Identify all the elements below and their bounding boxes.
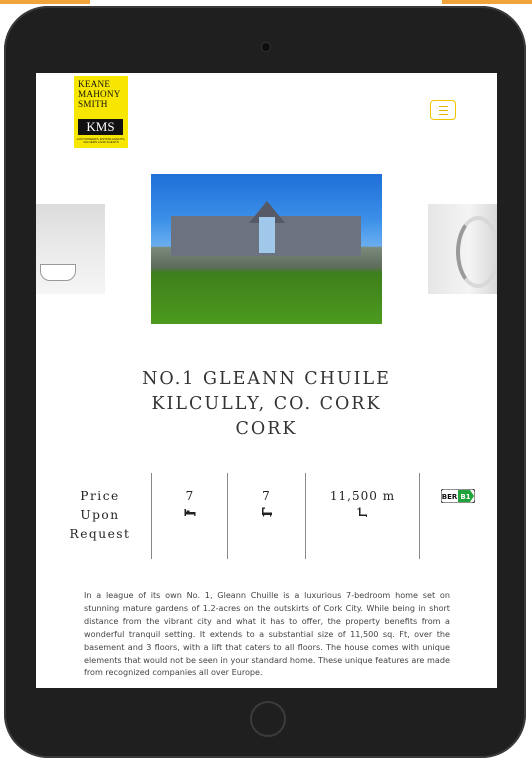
price-cell: Price Upon Request bbox=[50, 473, 150, 559]
logo-badge: KMS bbox=[78, 119, 123, 135]
bedrooms-count: 7 bbox=[185, 489, 195, 503]
ber-cell: BER B1 bbox=[420, 473, 497, 559]
address-line-2: KILCULLY, CO. CORK bbox=[151, 394, 382, 414]
property-description: In a league of its own No. 1, Gleann Chu… bbox=[84, 590, 450, 678]
logo-line-keane: KEANE bbox=[78, 79, 111, 89]
bathrooms-count: 7 bbox=[262, 489, 271, 503]
staircase-graphic bbox=[456, 216, 497, 288]
bathrooms-cell: 7 bbox=[228, 473, 305, 559]
ber-rating: B1 bbox=[460, 493, 470, 501]
bathtub-graphic bbox=[40, 264, 76, 281]
price-line-1: Price bbox=[80, 489, 120, 503]
gallery-image-main[interactable] bbox=[151, 174, 382, 324]
bed-icon bbox=[184, 509, 196, 516]
area-icon bbox=[357, 507, 367, 517]
property-specs: Price Upon Request 7 7 11,500 m BER B1 bbox=[36, 473, 497, 559]
address-line-1: NO.1 GLEANN CHUILE bbox=[142, 369, 391, 389]
gallery-image-left[interactable] bbox=[36, 204, 105, 294]
camera-icon bbox=[262, 43, 270, 51]
ber-label: BER bbox=[442, 493, 458, 501]
bedrooms-cell: 7 bbox=[152, 473, 228, 559]
home-button[interactable] bbox=[250, 701, 286, 737]
area-cell: 11,500 m bbox=[306, 473, 419, 559]
logo-line-smith: SMITH bbox=[78, 99, 108, 109]
logo-tagline: AUCTIONEERS, ESTATE AGENTS, VALUERS LAND… bbox=[76, 137, 126, 145]
logo-text: KEANE MAHONY SMITH bbox=[74, 76, 128, 109]
gallery-image-right[interactable] bbox=[428, 204, 497, 294]
address-line-3: CORK bbox=[235, 419, 298, 439]
menu-button[interactable] bbox=[430, 100, 456, 120]
background-strip-right bbox=[442, 0, 532, 4]
logo-line-mahony: MAHONY bbox=[78, 89, 121, 99]
tablet-screen: KEANE MAHONY SMITH KMS AUCTIONEERS, ESTA… bbox=[36, 73, 497, 688]
price-line-2: Upon bbox=[80, 508, 120, 522]
background-strip-left bbox=[0, 0, 90, 4]
hamburger-icon bbox=[439, 105, 448, 107]
kms-logo[interactable]: KEANE MAHONY SMITH KMS AUCTIONEERS, ESTA… bbox=[74, 76, 128, 148]
price-line-3: Request bbox=[69, 527, 131, 541]
bath-icon bbox=[261, 507, 272, 517]
floor-area: 11,500 m bbox=[329, 489, 396, 503]
ber-badge: BER B1 bbox=[441, 489, 475, 503]
